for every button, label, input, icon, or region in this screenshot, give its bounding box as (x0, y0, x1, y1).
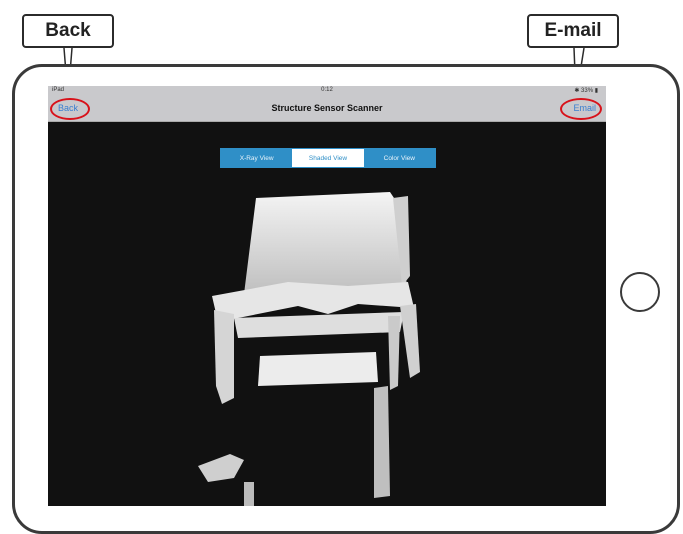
home-button[interactable] (620, 272, 660, 312)
app-screen: iPad 0:12 ✱ 33% ▮ Back Structure Sensor … (48, 86, 606, 506)
scanned-chair-model[interactable] (48, 86, 606, 506)
